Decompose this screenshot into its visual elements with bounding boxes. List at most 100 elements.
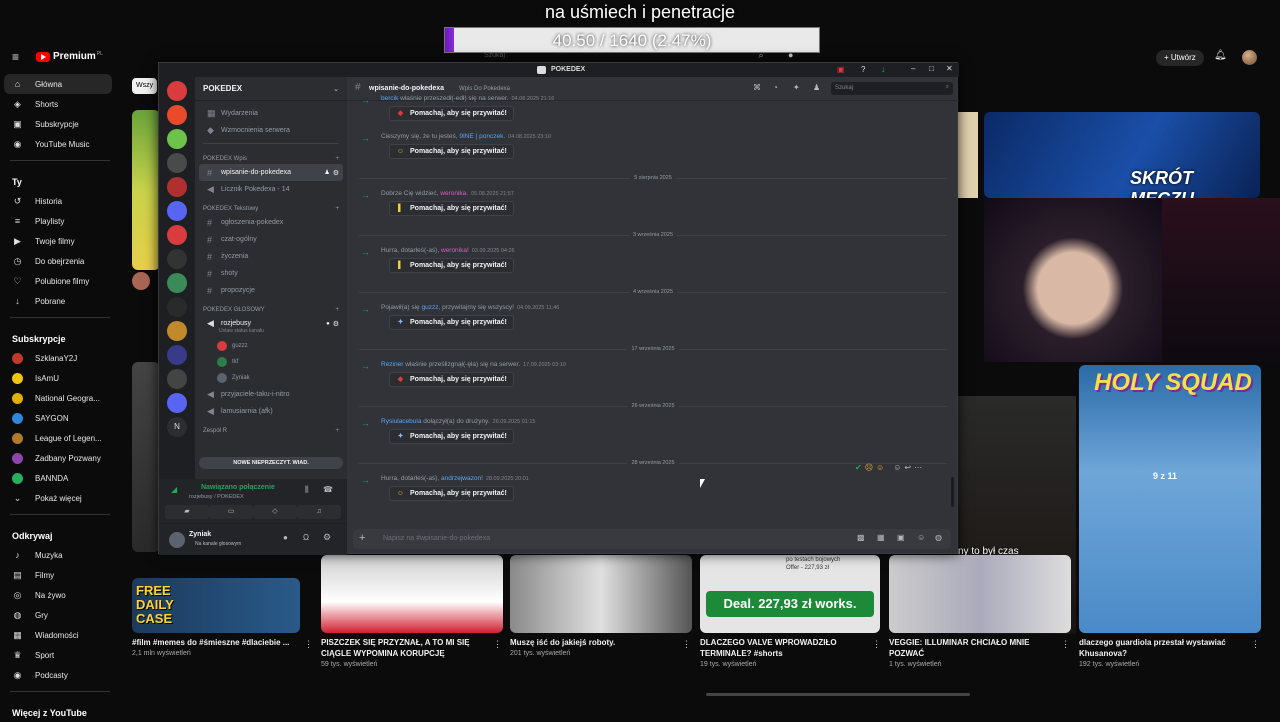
disconnect-icon[interactable]: ☎ [323, 485, 333, 494]
subscription-item[interactable]: Zadbany Pozwany [0, 448, 120, 468]
more-options-icon[interactable]: ⋮ [493, 639, 502, 650]
video-title[interactable]: DLACZEGO VALVE WPROWADZIŁO TERMINALE? #s… [700, 637, 868, 659]
more-icon[interactable]: ⋯ [914, 463, 922, 472]
sticker-icon[interactable]: ▣ [897, 533, 905, 542]
system-message[interactable]: → Rysiulacebula dołączył(a) do drużyny. 26… [347, 416, 959, 454]
pin-icon[interactable]: ✦ [793, 83, 800, 92]
video-thumbnail-holy-squad[interactable]: HOLY SQUAD 9 z 11 [1079, 365, 1261, 633]
new-unread-pill[interactable]: NOWE NIEPRZECZYT. WIAD. [199, 457, 343, 469]
video-info[interactable]: Muszę iść do jakiejś roboty. 201 tys. wyś… [510, 637, 691, 657]
inbox-icon[interactable]: ▣ [837, 65, 845, 74]
sidebar-item[interactable]: ♛ Sport [0, 645, 120, 665]
subscription-item[interactable]: BANNDA [0, 468, 120, 488]
video-thumbnail[interactable] [510, 555, 692, 633]
video-title[interactable]: #film #memes do #śmieszne #dlaciebie ... [132, 637, 300, 648]
gif-icon[interactable]: ▦ [877, 533, 885, 542]
voice-user[interactable]: tkf [195, 354, 347, 370]
sidebar-item[interactable]: ▣ Subskrypcje [0, 114, 120, 134]
filter-chip[interactable]: Wszy [132, 78, 158, 94]
system-message[interactable]: → Cieszymy się, że tu jesteś, 9INE | ponc… [347, 131, 959, 169]
category-text[interactable]: POKEDEX Tekstowy + [195, 198, 347, 214]
sidebar-item[interactable]: ↺ Historia [0, 191, 120, 211]
noise-icon[interactable]: ⫼ [305, 485, 309, 495]
system-message[interactable]: → Hurra, dotarłeś(-aś), andrzejwazon! 28.0… [347, 473, 959, 511]
more-options-icon[interactable]: ⋮ [304, 639, 313, 650]
sidebar-item[interactable]: ▶ Twoje filmy [0, 231, 120, 251]
more-options-icon[interactable]: ⋮ [1061, 639, 1070, 650]
voice-status[interactable]: Ustaw status kanału [195, 328, 347, 338]
subscription-item[interactable]: National Geogra... [0, 388, 120, 408]
server-icon[interactable] [167, 105, 187, 125]
channel-avatar[interactable] [132, 272, 150, 290]
server-icon[interactable]: N [167, 417, 187, 437]
sidebar-item[interactable]: ⌂ Główna [4, 74, 112, 94]
username[interactable]: 9INE | ponczek [459, 133, 503, 140]
video-thumbnail-deal[interactable]: po testach bojowych Offer - 227,93 zł De… [700, 555, 880, 633]
category-team[interactable]: Zespół R + [195, 420, 347, 436]
channel-wpisanie[interactable]: # wpisanie-do-pokedexa ♟ ⚙ [199, 164, 343, 181]
text-channel[interactable]: # propozycje [199, 282, 343, 299]
subscription-item[interactable]: SAYGON [0, 408, 120, 428]
more-options-icon[interactable]: ⋮ [1251, 639, 1260, 650]
threads-icon[interactable]: ⌘ [753, 83, 761, 92]
wave-button[interactable]: ▌ Pomachaj, aby się przywitać! [389, 201, 514, 216]
wave-button[interactable]: ▌ Pomachaj, aby się przywitać! [389, 258, 514, 273]
system-message[interactable]: → Reziner właśnie prześlizgnął(-ęła) się … [347, 359, 959, 397]
wave-button[interactable]: ◆ Pomachaj, aby się przywitać! [389, 106, 514, 121]
more-options-icon[interactable]: ⋮ [682, 639, 691, 650]
video-title[interactable]: VEGGIE: ILLUMINAR CHCIAŁO MNIE POZWAĆ [889, 637, 1057, 659]
sidebar-item[interactable]: ♡ Polubione filmy [0, 271, 120, 291]
server-icon[interactable] [167, 201, 187, 221]
server-icon[interactable] [167, 177, 187, 197]
close-icon[interactable]: ✕ [946, 64, 953, 73]
reply-icon[interactable]: ↩ [904, 463, 911, 472]
section-you[interactable]: Ty [0, 167, 120, 191]
username[interactable]: bercik [381, 95, 398, 102]
subscription-item[interactable]: League of Legen... [0, 428, 120, 448]
video-thumbnail[interactable] [889, 555, 1071, 633]
username[interactable]: guzzz [421, 304, 438, 311]
server-icon[interactable] [167, 345, 187, 365]
message-composer[interactable]: + Napisz na #wpisanie-do-pokedexa ▩ ▦ ▣ … [353, 529, 951, 549]
video-thumbnail-free-case[interactable]: FREE DAILY CASE [132, 578, 300, 633]
chat-icon[interactable]: ● [326, 321, 330, 327]
text-channel[interactable]: # czat-ogólny [199, 231, 343, 248]
chat-topic[interactable]: Wpis Do Pokedexa [459, 86, 510, 92]
maximize-icon[interactable]: □ [929, 64, 934, 73]
voice-user[interactable]: Zyniak [195, 370, 347, 386]
text-channel[interactable]: # ogłoszenia-pokedex [199, 214, 343, 231]
username[interactable]: weronika [440, 190, 466, 197]
emoji-reaction-icon[interactable]: ☹ [865, 463, 873, 472]
wave-button[interactable]: ☺ Pomachaj, aby się przywitać! [389, 486, 514, 501]
video-thumbnail[interactable] [321, 555, 503, 633]
username[interactable]: Rysiulacebula [381, 418, 421, 425]
wave-button[interactable]: ◆ Pomachaj, aby się przywitać! [389, 372, 514, 387]
partial-thumbnail[interactable] [958, 112, 978, 198]
subscription-item[interactable]: IsAmU [0, 368, 120, 388]
server-icon[interactable] [167, 297, 187, 317]
server-icon[interactable] [167, 153, 187, 173]
soundboard-button[interactable]: ♫ [297, 505, 341, 519]
add-channel-icon[interactable]: + [335, 307, 339, 313]
video-title[interactable]: dlaczego guardiola przestał wystawiać Kh… [1079, 637, 1247, 659]
wave-button[interactable]: ☺ Pomachaj, aby się przywitać! [389, 144, 514, 159]
plus-upload-icon[interactable]: + [359, 532, 365, 544]
server-icon[interactable] [167, 393, 187, 413]
download-icon[interactable]: ↓ [881, 64, 886, 74]
server-icon[interactable] [167, 249, 187, 269]
minimize-icon[interactable]: – [911, 64, 915, 73]
category-voice[interactable]: POKEDEX GŁOSOWY + [195, 299, 347, 315]
voice-user[interactable]: guzzz [195, 338, 347, 354]
voice-channel[interactable]: ◀ lamusiarnia (afk) [199, 403, 343, 420]
video-title[interactable]: PISZCZEK SIĘ PRZYZNAŁ, A TO MI SIĘ CIĄGL… [321, 637, 489, 659]
server-icon[interactable] [167, 129, 187, 149]
sidebar-item[interactable]: ≡ Playlisty [0, 211, 120, 231]
sidebar-item[interactable]: ◉ YouTube Music [0, 134, 120, 154]
bottom-scrollbar[interactable] [706, 693, 970, 696]
sidebar-item[interactable]: ♪ Muzyka [0, 545, 120, 565]
gear-icon[interactable]: ⚙ [333, 320, 339, 328]
boosts-item[interactable]: ◆ Wzmocnienia serwera [199, 122, 343, 139]
apps-icon[interactable]: ◍ [935, 533, 942, 542]
gear-icon[interactable]: ⚙ [333, 169, 339, 177]
section-subscriptions[interactable]: Subskrypcje [0, 324, 120, 348]
